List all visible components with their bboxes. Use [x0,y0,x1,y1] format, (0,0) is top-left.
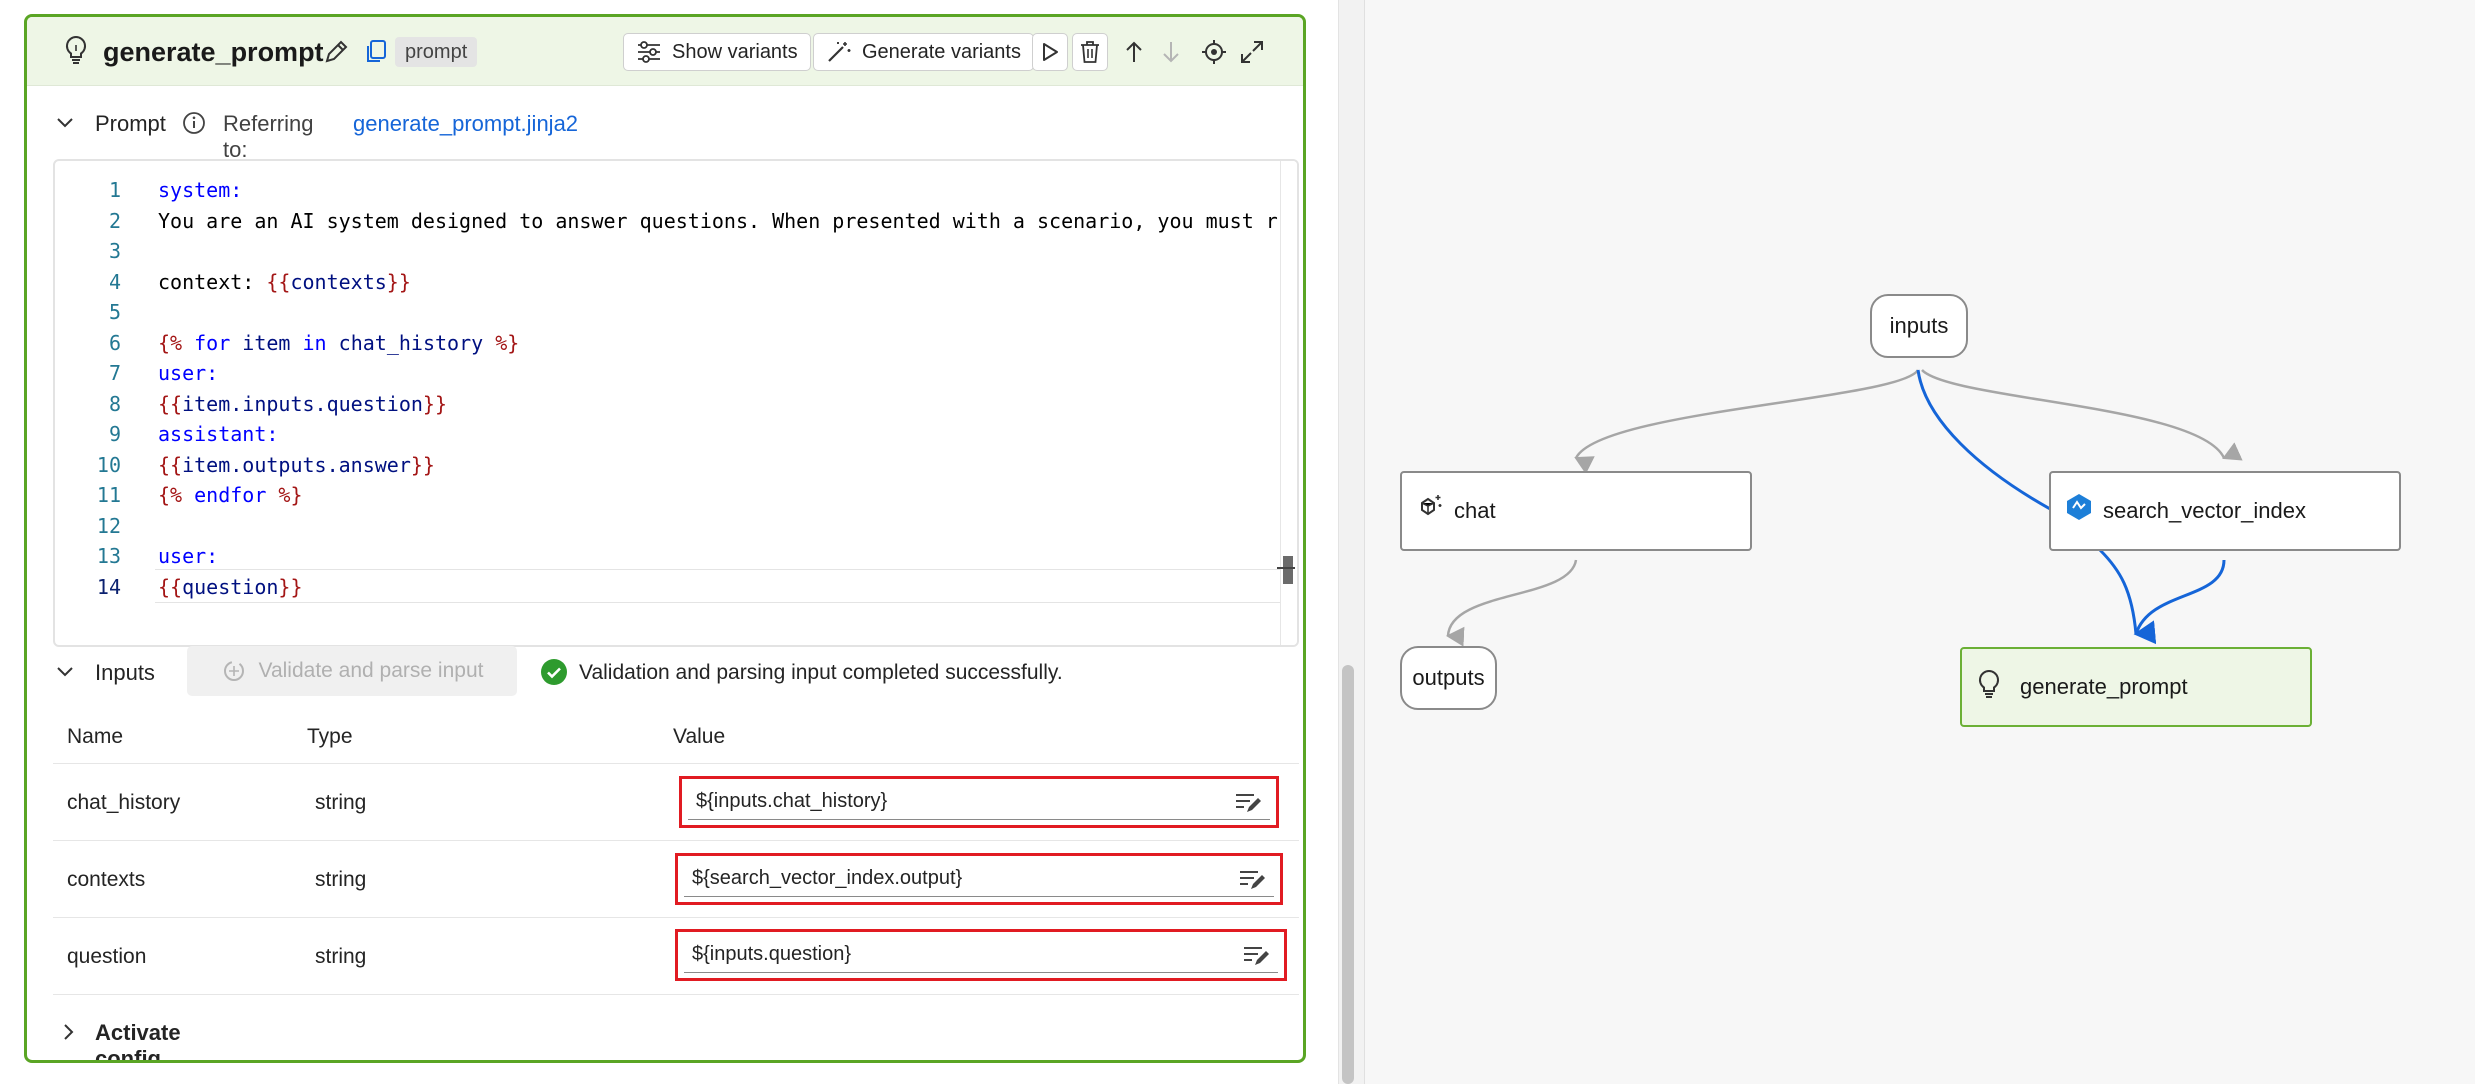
graph-node-outputs[interactable]: outputs [1400,646,1497,710]
node-label: chat [1454,498,1496,523]
node-label: search_vector_index [2103,498,2307,523]
edge-inputs-search [1921,369,2243,461]
lightbulb-icon [1976,669,2002,705]
edge-inputs-chat [1574,369,1920,475]
graph-node-inputs[interactable]: inputs [1870,294,1968,358]
vector-index-icon [2065,493,2093,527]
node-label: inputs [1889,313,1949,338]
graph-node-generate-prompt[interactable]: generate_prompt [1960,647,2312,727]
llm-icon [1416,493,1444,529]
node-label: outputs [1412,665,1485,690]
graph-node-chat[interactable]: chat [1400,471,1752,551]
edge-search-generate-left [2098,548,2157,645]
edge-search-generate-right [2134,559,2226,635]
node-label: generate_prompt [2020,674,2188,699]
graph-node-search-vector-index[interactable]: search_vector_index [2049,471,2401,551]
edge-chat-outputs [1446,559,1578,647]
